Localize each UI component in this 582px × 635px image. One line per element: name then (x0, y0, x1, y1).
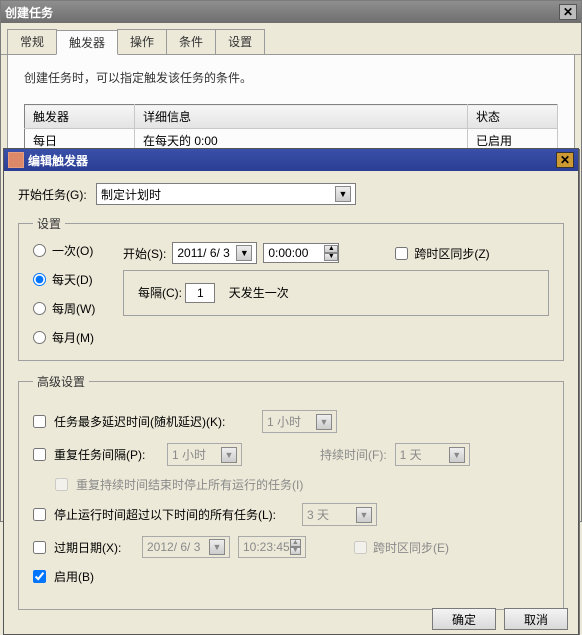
cancel-button[interactable]: 取消 (504, 608, 568, 630)
radio-once[interactable]: 一次(O) (33, 242, 95, 259)
modal-body: 开始任务(G): 制定计划时 ▼ 设置 一次(O) 每天(D) 每周(W) 每月… (4, 171, 578, 634)
chevron-down-icon: ▼ (209, 539, 225, 555)
duration-value-dropdown: 1 天▼ (395, 443, 470, 466)
settings-legend: 设置 (33, 215, 65, 232)
edit-trigger-dialog: 编辑触发器 ✕ 开始任务(G): 制定计划时 ▼ 设置 一次(O) 每天(D) … (3, 148, 579, 635)
ok-button[interactable]: 确定 (432, 608, 496, 630)
start-time-field[interactable]: 0:00:00 ▲▼ (263, 243, 339, 263)
delay-checkbox[interactable] (33, 415, 46, 428)
tab-triggers[interactable]: 触发器 (56, 30, 118, 55)
repeat-label: 重复任务间隔(P): (54, 446, 159, 463)
close-icon[interactable]: ✕ (559, 4, 577, 20)
window-title: 创建任务 (5, 4, 559, 21)
recur-suffix: 天发生一次 (229, 286, 289, 300)
expire-sync-checkbox: 跨时区同步(E) (354, 539, 449, 556)
stopall-label: 重复持续时间结束时停止所有运行的任务(I) (76, 476, 303, 493)
window-titlebar: 创建任务 ✕ (1, 1, 581, 23)
radio-weekly[interactable]: 每周(W) (33, 300, 95, 317)
trigger-table: 触发器 详细信息 状态 每日 在每天的 0:00 已启用 (24, 104, 558, 153)
tab-general[interactable]: 常规 (7, 29, 57, 54)
stoplong-value-dropdown: 3 天▼ (302, 503, 377, 526)
stoplong-label: 停止运行时间超过以下时间的所有任务(L): (54, 506, 294, 523)
repeat-value-dropdown: 1 小时▼ (167, 443, 242, 466)
radio-daily[interactable]: 每天(D) (33, 271, 95, 288)
settings-fieldset: 设置 一次(O) 每天(D) 每周(W) 每月(M) 开始(S): 2011/ … (18, 215, 564, 361)
start-label: 开始(S): (123, 245, 166, 262)
table-header-row: 触发器 详细信息 状态 (25, 105, 558, 129)
enable-label: 启用(B) (54, 568, 94, 585)
repeat-checkbox[interactable] (33, 448, 46, 461)
modal-title: 编辑触发器 (28, 152, 556, 169)
stopall-checkbox (55, 478, 68, 491)
start-date-field[interactable]: 2011/ 6/ 3 ▼ (172, 242, 257, 264)
recur-value-input[interactable] (185, 283, 215, 303)
col-detail: 详细信息 (135, 105, 468, 129)
radio-monthly[interactable]: 每月(M) (33, 329, 95, 346)
sync-timezone-checkbox[interactable]: 跨时区同步(Z) (395, 245, 489, 262)
chevron-down-icon: ▼ (356, 507, 372, 523)
modal-titlebar: 编辑触发器 ✕ (4, 149, 578, 171)
enable-checkbox[interactable] (33, 570, 46, 583)
col-trigger: 触发器 (25, 105, 135, 129)
schedule-radios: 一次(O) 每天(D) 每周(W) 每月(M) (33, 242, 95, 346)
stoplong-checkbox[interactable] (33, 508, 46, 521)
button-bar: 确定 取消 (432, 608, 568, 630)
expire-label: 过期日期(X): (54, 539, 134, 556)
expire-date-field: 2012/ 6/ 3▼ (142, 536, 230, 558)
start-task-value: 制定计划时 (101, 186, 161, 203)
tab-strip: 常规 触发器 操作 条件 设置 (1, 23, 581, 55)
modal-close-icon[interactable]: ✕ (556, 152, 574, 168)
duration-label: 持续时间(F): (320, 446, 387, 463)
col-status: 状态 (468, 105, 558, 129)
expire-time-field: 10:23:45▲▼ (238, 536, 306, 558)
chevron-down-icon: ▼ (236, 245, 252, 261)
description-text: 创建任务时，可以指定触发该任务的条件。 (24, 69, 558, 86)
delay-value-dropdown: 1 小时▼ (262, 410, 337, 433)
chevron-down-icon: ▼ (316, 414, 332, 430)
chevron-down-icon: ▼ (449, 447, 465, 463)
recur-box: 每隔(C): 天发生一次 (123, 270, 549, 316)
start-task-dropdown[interactable]: 制定计划时 ▼ (96, 183, 356, 205)
tab-actions[interactable]: 操作 (117, 29, 167, 54)
advanced-legend: 高级设置 (33, 373, 89, 390)
tab-conditions[interactable]: 条件 (166, 29, 216, 54)
chevron-down-icon: ▼ (335, 186, 351, 202)
time-spinner[interactable]: ▲▼ (324, 245, 338, 261)
delay-label: 任务最多延迟时间(随机延迟)(K): (54, 413, 254, 430)
advanced-fieldset: 高级设置 任务最多延迟时间(随机延迟)(K): 1 小时▼ 重复任务间隔(P):… (18, 373, 564, 610)
tab-settings[interactable]: 设置 (215, 29, 265, 54)
app-icon (8, 152, 24, 168)
chevron-down-icon: ▼ (221, 447, 237, 463)
start-task-label: 开始任务(G): (18, 186, 88, 203)
expire-checkbox[interactable] (33, 541, 46, 554)
recur-label: 每隔(C): (138, 286, 182, 300)
